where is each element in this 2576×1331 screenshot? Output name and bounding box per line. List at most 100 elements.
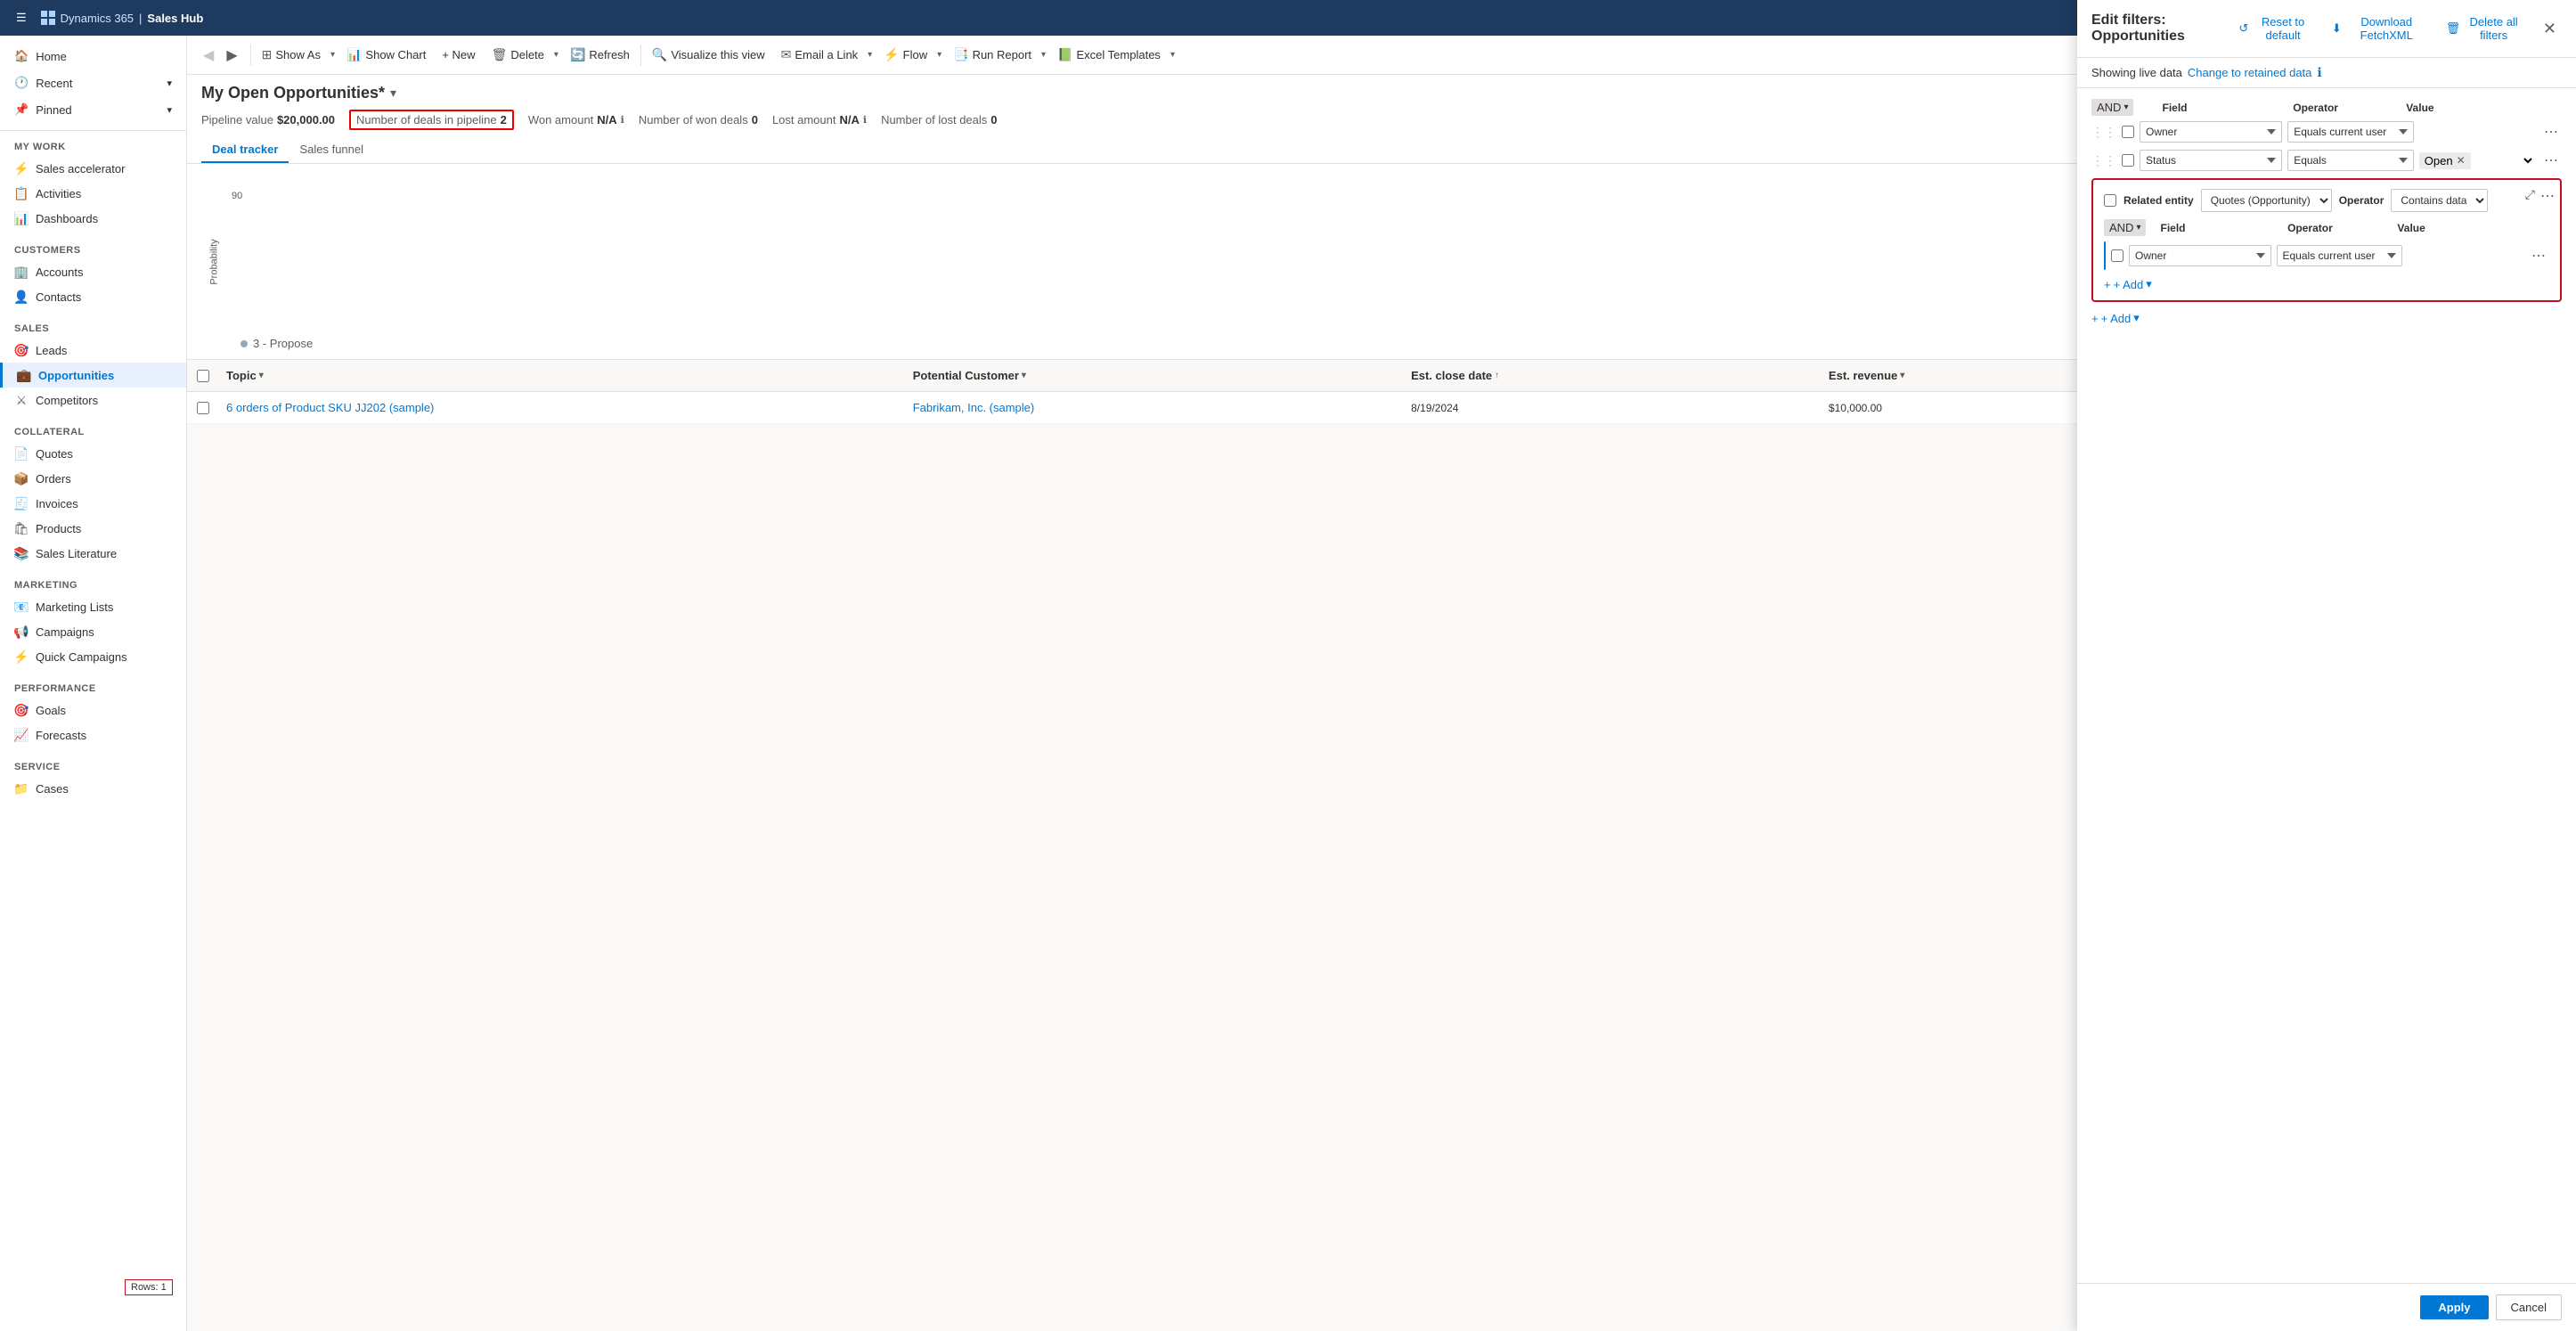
condition-1-more-button[interactable]: ⋯ (2540, 121, 2562, 143)
header-date[interactable]: Est. close date ↑ (1404, 365, 1822, 386)
email-dropdown-button[interactable]: ▾ (865, 46, 875, 63)
related-entity-more-button[interactable]: ⋯ (2540, 187, 2555, 205)
sidebar-item-home[interactable]: 🏠 Home (0, 43, 186, 69)
sidebar-item-forecasts[interactable]: 📈 Forecasts (0, 723, 186, 747)
header-check[interactable] (187, 366, 219, 386)
filter-body: AND ▾ Field Operator Value ⋮⋮ Owner Equa… (2077, 88, 2576, 1283)
sidebar-item-contacts[interactable]: 👤 Contacts (0, 284, 186, 309)
campaigns-icon: 📢 (14, 625, 29, 639)
inner-and-badge[interactable]: AND ▾ (2104, 219, 2146, 236)
back-button[interactable]: ◀ (198, 45, 219, 66)
delete-dropdown-button[interactable]: ▾ (551, 46, 561, 63)
sidebar-item-activities[interactable]: 📋 Activities (0, 181, 186, 206)
related-entity-op-select[interactable]: Contains data (2391, 189, 2488, 212)
lost-amount-label: Lost amount (772, 113, 836, 127)
close-filter-button[interactable]: ✕ (2538, 18, 2562, 40)
flow-dropdown-button[interactable]: ▾ (934, 46, 944, 63)
sidebar-item-campaigns[interactable]: 📢 Campaigns (0, 619, 186, 644)
excel-button[interactable]: 📗 Excel Templates (1050, 44, 1168, 66)
condition-1-checkbox[interactable] (2122, 126, 2134, 138)
condition-2-field-select[interactable]: Status (2140, 150, 2282, 171)
condition-2-operator-select[interactable]: Equals (2287, 150, 2414, 171)
sidebar-item-sales-literature[interactable]: 📚 Sales Literature (0, 541, 186, 566)
select-all-checkbox[interactable] (197, 370, 209, 382)
flow-button[interactable]: ⚡ Flow (876, 44, 934, 66)
add-condition-icon: + (2091, 312, 2099, 325)
show-as-icon: ⊞ (262, 47, 273, 62)
inner-condition-field-select[interactable]: Owner (2129, 245, 2271, 266)
sidebar-item-orders[interactable]: 📦 Orders (0, 466, 186, 491)
delete-all-filters-button[interactable]: 🗑 Delete all filters (2442, 13, 2527, 44)
filter-title: Edit filters: Opportunities (2091, 12, 2235, 45)
tab-deal-tracker[interactable]: Deal tracker (201, 137, 289, 163)
cancel-button[interactable]: Cancel (2496, 1294, 2562, 1320)
sidebar-item-products[interactable]: 🛍 Products (0, 516, 186, 541)
inner-condition-more-button[interactable]: ⋯ (2528, 245, 2549, 266)
forward-button[interactable]: ▶ (221, 45, 242, 66)
sidebar-item-pinned[interactable]: 📌 Pinned ▾ (0, 96, 186, 123)
visualize-icon: 🔍 (652, 47, 667, 62)
condition-1-operator-select[interactable]: Equals current user (2287, 121, 2414, 143)
row-date: 8/19/2024 (1404, 398, 1822, 418)
related-entity-select[interactable]: Quotes (Opportunity) (2201, 189, 2332, 212)
sidebar-item-accounts[interactable]: 🏢 Accounts (0, 259, 186, 284)
excel-dropdown-button[interactable]: ▾ (1168, 46, 1178, 63)
hamburger-button[interactable]: ☰ (11, 9, 32, 27)
related-entity-checkbox[interactable] (2104, 194, 2116, 207)
change-to-retained-link[interactable]: Change to retained data (2188, 66, 2312, 79)
inner-condition-operator-select[interactable]: Equals current user (2277, 245, 2402, 266)
add-condition-button[interactable]: + + Add ▾ (2091, 311, 2140, 325)
run-report-dropdown-button[interactable]: ▾ (1039, 46, 1048, 63)
row-check[interactable] (187, 398, 219, 418)
chart-y-label: Probability (209, 239, 220, 284)
sidebar-item-invoices[interactable]: 🧾 Invoices (0, 491, 186, 516)
reset-icon: ↺ (2238, 21, 2248, 36)
drag-handle-1[interactable]: ⋮⋮ (2091, 125, 2116, 140)
header-customer[interactable]: Potential Customer ▾ (906, 365, 1404, 386)
delete-button[interactable]: 🗑 Delete (485, 44, 551, 66)
inner-condition-checkbox[interactable] (2111, 249, 2124, 262)
sidebar-item-sales-accelerator[interactable]: ⚡ Sales accelerator (0, 156, 186, 181)
sales-header: Sales (0, 316, 186, 338)
stage-dot (240, 340, 248, 347)
status-value-select[interactable] (2474, 150, 2535, 171)
new-button[interactable]: + New (435, 45, 482, 65)
row-checkbox[interactable] (197, 402, 209, 414)
apply-button[interactable]: Apply (2420, 1295, 2488, 1319)
show-as-button[interactable]: ⊞ Show As (255, 44, 328, 66)
expand-related-entity-button[interactable]: ⤢ (2525, 187, 2535, 202)
show-as-dropdown-button[interactable]: ▾ (328, 46, 338, 63)
sidebar-item-goals[interactable]: 🎯 Goals (0, 698, 186, 723)
reset-default-button[interactable]: ↺ Reset to default (2235, 13, 2317, 44)
sidebar-item-cases[interactable]: 📁 Cases (0, 776, 186, 801)
topic-link[interactable]: 6 orders of Product SKU JJ202 (sample) (226, 401, 434, 414)
related-entity-add-button[interactable]: + + Add ▾ (2104, 277, 2152, 291)
condition-1-field-select[interactable]: Owner (2140, 121, 2282, 143)
sidebar-item-quotes[interactable]: 📄 Quotes (0, 441, 186, 466)
customer-link[interactable]: Fabrikam, Inc. (sample) (913, 401, 1035, 414)
sidebar-item-recent[interactable]: 🕐 Recent ▾ (0, 69, 186, 96)
condition-2-checkbox[interactable] (2122, 154, 2134, 167)
show-chart-button[interactable]: 📊 Show Chart (339, 44, 433, 66)
visualize-button[interactable]: 🔍 Visualize this view (645, 44, 772, 66)
download-fetchxml-button[interactable]: ⬇ Download FetchXML (2328, 13, 2432, 44)
sidebar-item-competitors[interactable]: ⚔ Competitors (0, 388, 186, 412)
refresh-button[interactable]: 🔄 Refresh (563, 44, 637, 66)
header-topic[interactable]: Topic ▾ (219, 365, 906, 386)
sidebar-item-quick-campaigns[interactable]: ⚡ Quick Campaigns (0, 644, 186, 669)
and-badge[interactable]: AND ▾ (2091, 99, 2133, 116)
won-amount-value: N/A (597, 113, 616, 127)
sidebar-item-leads[interactable]: 🎯 Leads (0, 338, 186, 363)
inner-value-col-header: Value (2397, 222, 2517, 234)
drag-handle-2[interactable]: ⋮⋮ (2091, 153, 2116, 168)
sidebar-item-opportunities[interactable]: 💼 Opportunities (0, 363, 186, 388)
edit-title-icon[interactable]: ▾ (390, 86, 396, 101)
remove-status-tag-button[interactable]: ✕ (2457, 154, 2466, 167)
sidebar-item-dashboards[interactable]: 📊 Dashboards (0, 206, 186, 231)
sidebar-item-marketing-lists[interactable]: 📧 Marketing Lists (0, 594, 186, 619)
tab-sales-funnel[interactable]: Sales funnel (289, 137, 374, 163)
condition-2-more-button[interactable]: ⋯ (2540, 150, 2562, 171)
email-link-button[interactable]: ✉ Email a Link (774, 44, 866, 66)
quotes-icon: 📄 (14, 446, 29, 461)
run-report-button[interactable]: 📑 Run Report (946, 44, 1039, 66)
